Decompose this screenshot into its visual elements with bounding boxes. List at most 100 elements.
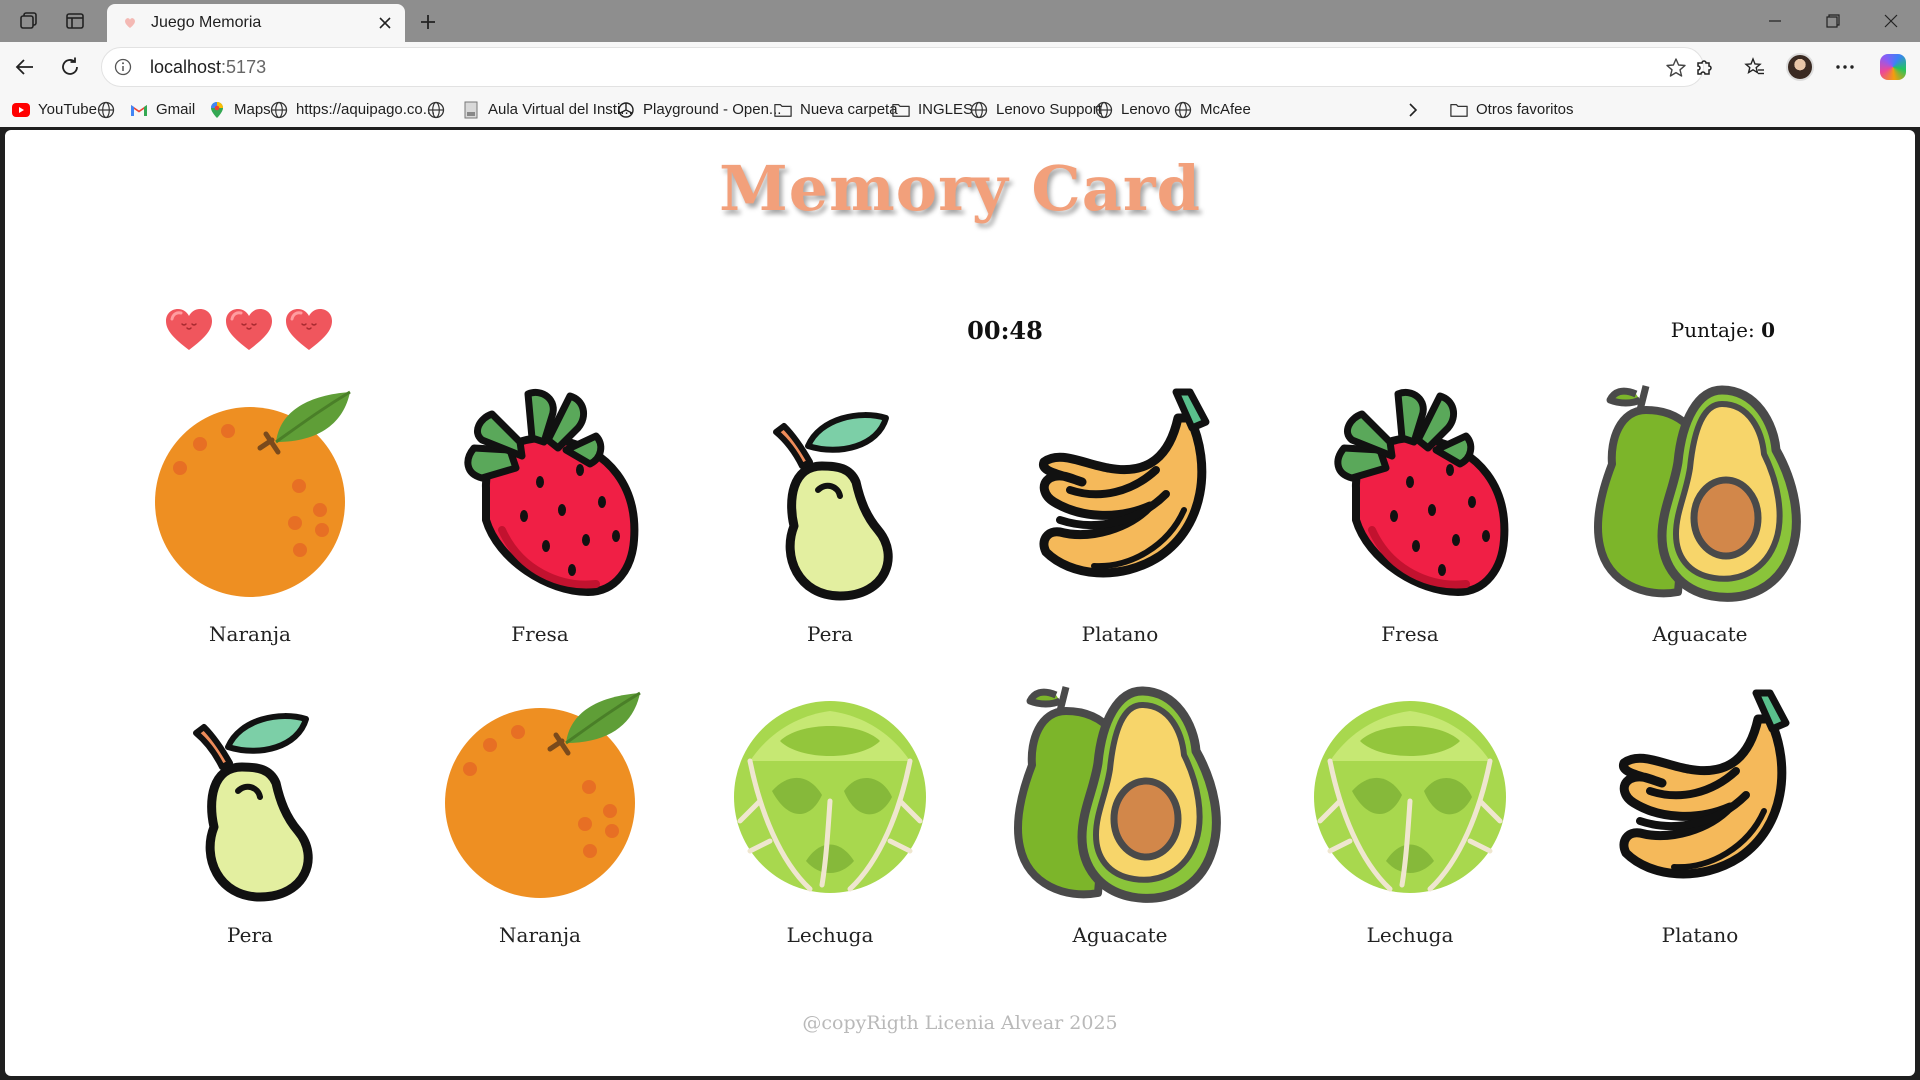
bookmark-item[interactable]: Nueva carpeta (774, 92, 898, 127)
bookmark-label: Lenovo (1121, 101, 1171, 118)
lettuce-icon (734, 701, 926, 893)
folder-icon (774, 101, 792, 119)
card-label: Platano (1661, 923, 1739, 947)
openai-icon (617, 101, 635, 119)
memory-card-banana[interactable]: Platano (975, 370, 1245, 660)
bookmark-item[interactable]: Lenovo Support (970, 92, 1102, 127)
bookmark-label: Gmail (156, 101, 196, 118)
close-tab-icon[interactable] (377, 15, 393, 31)
workspaces-icon[interactable] (14, 6, 44, 36)
favorite-star-icon[interactable] (1665, 57, 1687, 79)
globe-icon (1095, 101, 1113, 119)
lettuce-icon (1314, 701, 1506, 893)
tab-strip: Juego Memoria (0, 0, 1920, 42)
banana-icon (1619, 689, 1790, 879)
bookmark-item[interactable]: Aula Virtual del Insti... (462, 92, 633, 127)
bookmark-item[interactable]: Gmail (130, 92, 195, 127)
bookmark-label: Maps (234, 101, 271, 118)
favorites-icon[interactable] (1740, 52, 1770, 82)
card-label: Lechuga (1366, 923, 1454, 947)
tab-juego-memoria[interactable]: Juego Memoria (107, 4, 405, 42)
strawberry-icon (1334, 389, 1509, 596)
globe-icon (970, 101, 988, 119)
refresh-icon[interactable] (55, 52, 85, 82)
memory-card-banana[interactable]: Platano (1555, 671, 1825, 961)
bookmark-item[interactable]: INGLES (892, 92, 973, 127)
gmail-icon (130, 101, 148, 119)
orange-icon (445, 691, 641, 898)
globe-icon (270, 101, 288, 119)
card-label: Fresa (1381, 622, 1439, 646)
card-label: Platano (1081, 622, 1159, 646)
maps-icon (208, 101, 226, 119)
other-favorites-folder[interactable]: Otros favoritos (1450, 92, 1574, 127)
bookmark-item[interactable]: Lenovo (1095, 92, 1170, 127)
youtube-icon (12, 101, 30, 119)
memory-card-lettuce[interactable]: Lechuga (1265, 671, 1535, 961)
page-viewport: Memory Card 00:48 Puntaje: 0 Naranja Fres… (5, 130, 1915, 1076)
restore-icon[interactable] (1810, 8, 1856, 34)
new-tab-icon[interactable] (414, 8, 442, 36)
url-text: localhost:5173 (150, 56, 267, 77)
close-window-icon[interactable] (1868, 8, 1914, 34)
bookmark-item[interactable]: Maps (208, 92, 271, 127)
bookmark-label: INGLES (918, 101, 974, 118)
bookmarks-bar: YouTube Gmail Maps https://aquipago.co... Au… (0, 92, 1920, 127)
bookmark-label: Playground - Open... (643, 101, 782, 118)
bookmark-label: https://aquipago.co... (296, 101, 436, 118)
back-icon[interactable] (10, 52, 40, 82)
memory-card-strawberry[interactable]: Fresa (1265, 370, 1535, 660)
card-label: Pera (227, 923, 273, 947)
minimize-icon[interactable] (1752, 8, 1798, 34)
card-board: Naranja Fresa Pera Platano Fresa Aguacate Pera… (5, 130, 1915, 1076)
avocado-icon (1013, 686, 1221, 903)
strawberry-icon (464, 389, 639, 596)
address-bar[interactable]: localhost:5173 (101, 47, 1704, 87)
memory-card-orange[interactable]: Naranja (105, 370, 375, 660)
pear-icon (193, 713, 313, 902)
toolbar: localhost:5173 (0, 42, 1920, 92)
bookmark-label: Lenovo Support (996, 101, 1102, 118)
memory-card-avocado[interactable]: Aguacate (975, 671, 1245, 961)
card-label: Pera (807, 622, 853, 646)
copilot-icon[interactable] (1880, 54, 1906, 80)
other-favorites-label: Otros favoritos (1476, 101, 1574, 118)
card-label: Fresa (511, 622, 569, 646)
vertical-tabs-icon[interactable] (60, 6, 90, 36)
memory-card-avocado[interactable]: Aguacate (1555, 370, 1825, 660)
bookmark-item[interactable] (427, 92, 453, 127)
globe-icon (427, 101, 445, 119)
extensions-icon[interactable] (1690, 52, 1720, 82)
card-label: Aguacate (1652, 622, 1748, 646)
bookmark-item[interactable]: Playground - Open... (617, 92, 781, 127)
memory-card-lettuce[interactable]: Lechuga (685, 671, 955, 961)
memory-card-orange[interactable]: Naranja (395, 671, 665, 961)
more-options-icon[interactable] (1830, 52, 1860, 82)
bookmark-item[interactable]: https://aquipago.co... (270, 92, 435, 127)
bookmark-label: Aula Virtual del Insti... (488, 101, 633, 118)
bookmark-label: YouTube (38, 101, 97, 118)
bookmark-item[interactable] (97, 92, 123, 127)
memory-card-pear[interactable]: Pera (685, 370, 955, 660)
bookmark-item[interactable]: McAfee (1174, 92, 1251, 127)
footer-copyright: @copyRigth Licenia Alvear 2025 (802, 1012, 1118, 1034)
card-label: Naranja (209, 622, 291, 646)
site-info-icon[interactable] (114, 58, 132, 76)
more-bookmarks-chevron-icon[interactable] (1405, 92, 1421, 127)
tab-title: Juego Memoria (151, 14, 262, 31)
card-label: Lechuga (786, 923, 874, 947)
pear-icon (773, 412, 893, 601)
orange-icon (155, 390, 351, 597)
bookmark-item[interactable]: YouTube (12, 92, 97, 127)
globe-icon (97, 101, 115, 119)
card-label: Naranja (499, 923, 581, 947)
bookmark-label: Nueva carpeta (800, 101, 898, 118)
folder-icon (1450, 101, 1468, 119)
memory-card-strawberry[interactable]: Fresa (395, 370, 665, 660)
memory-card-pear[interactable]: Pera (105, 671, 375, 961)
bookmark-label: McAfee (1200, 101, 1251, 118)
avocado-icon (1593, 385, 1801, 602)
browser-chrome: Juego Memoria localhost:5173 YouTube Gma… (0, 0, 1920, 127)
tab-favicon-icon (125, 18, 135, 28)
profile-avatar[interactable] (1786, 53, 1814, 81)
